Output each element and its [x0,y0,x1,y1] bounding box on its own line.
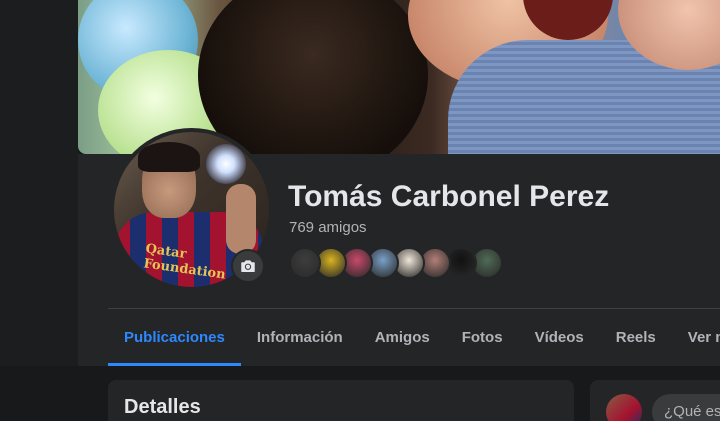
left-background [0,0,78,366]
details-card: Detalles [108,380,574,421]
tab-informacion[interactable]: Información [241,310,359,366]
friend-avatar[interactable] [289,247,321,279]
avatar [606,394,642,421]
tab-reels[interactable]: Reels [600,310,672,366]
tab-fotos[interactable]: Fotos [446,310,519,366]
friend-avatar-stack[interactable] [289,247,503,279]
header-divider [108,308,720,309]
update-profile-picture-button[interactable] [231,249,265,283]
tab-publicaciones[interactable]: Publicaciones [108,310,241,366]
tab-ver-mas[interactable]: Ver más▾ [672,310,720,366]
camera-icon [241,260,255,272]
composer-card: ¿Qué es [590,380,720,421]
friend-count-link[interactable]: 769 amigos [289,219,367,236]
profile-name: Tomás Carbonel Perez [288,180,610,213]
tab-amigos[interactable]: Amigos [359,310,446,366]
profile-tabs: Publicaciones Información Amigos Fotos V… [108,310,720,366]
tab-videos[interactable]: Vídeos [519,310,600,366]
composer-input[interactable]: ¿Qué es [652,394,720,421]
details-title: Detalles [124,396,201,418]
